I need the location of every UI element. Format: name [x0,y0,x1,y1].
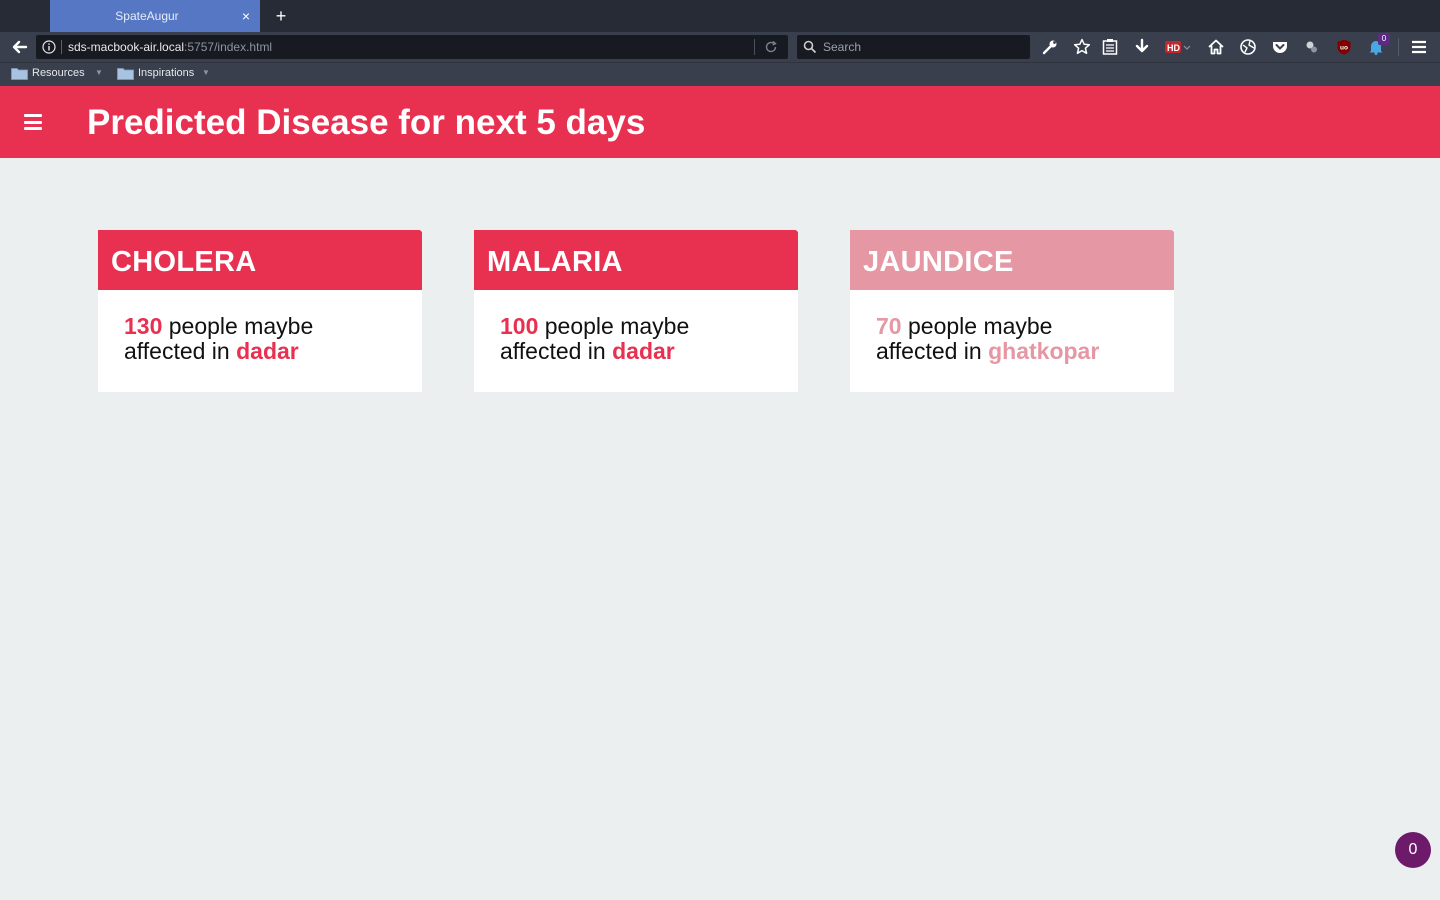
svg-text:uo: uo [1340,45,1348,52]
url-separator [61,40,62,54]
affected-count: 130 [124,313,163,339]
browser-tab[interactable]: SpateAugur × [50,0,260,32]
card-body: 100 people maybe affected in dadar [500,314,790,364]
bookmark-label: Resources [32,67,85,79]
card-header: CHOLERA [98,230,422,290]
card-text: affected in [124,338,237,364]
url-text[interactable]: sds-macbook-air.local:5757/index.html [68,35,272,59]
card-text: people maybe [538,313,690,339]
card-body: 70 people maybe affected in ghatkopar [876,314,1166,364]
svg-text:HD: HD [1167,43,1180,53]
menu-icon[interactable] [24,114,42,130]
search-icon [803,40,817,54]
affected-count: 100 [500,313,539,339]
affected-count: 70 [876,313,902,339]
disease-name: JAUNDICE [863,246,1014,278]
location: ghatkopar [988,338,1100,364]
location: dadar [236,338,299,364]
chevron-down-icon: ▼ [202,68,210,77]
card-text: affected in [876,338,989,364]
reload-icon[interactable] [764,40,778,54]
url-divider [754,39,755,55]
ublock-icon[interactable]: uo [1334,37,1354,57]
info-icon[interactable] [42,40,56,54]
reading-list-icon[interactable] [1100,37,1120,57]
pocket-icon[interactable] [1270,37,1290,57]
browser-toolbar: sds-macbook-air.local:5757/index.html Se… [0,32,1440,62]
card-text: affected in [500,338,613,364]
page-title: Predicted Disease for next 5 days [87,103,646,142]
folder-icon [117,68,134,80]
disease-name: MALARIA [487,246,623,278]
card-header: MALARIA [474,230,798,290]
bookmark-folder-inspirations[interactable]: Inspirations ▼ [117,63,213,85]
card-text: people maybe [162,313,314,339]
home-icon[interactable] [1206,37,1226,57]
tab-close-button[interactable]: × [242,0,250,32]
hd-extension-icon[interactable]: HD [1164,37,1192,57]
card-body: 130 people maybe affected in dadar [124,314,414,364]
extension-globe-icon[interactable] [1238,37,1258,57]
card-text: people maybe [901,313,1053,339]
disease-card: CHOLERA 130 people maybe affected in dada… [98,230,422,392]
url-host: sds-macbook-air.local [68,40,185,54]
folder-icon [11,68,28,80]
back-button[interactable] [6,35,34,59]
bookmark-star-icon[interactable] [1072,37,1092,57]
location: dadar [612,338,675,364]
bookmark-label: Inspirations [138,67,195,79]
disease-card: JAUNDICE 70 people maybe affected in ghat… [850,230,1174,392]
search-input[interactable]: Search [823,35,861,59]
notification-badge: 0 [1378,33,1390,45]
new-tab-button[interactable]: + [272,4,290,28]
chevron-down-icon: ▼ [95,68,103,77]
floating-badge-button[interactable]: 0 [1395,832,1431,868]
url-path: :5757/index.html [184,40,273,54]
disease-name: CHOLERA [111,246,257,278]
disease-card: MALARIA 100 people maybe affected in dada… [474,230,798,392]
bookmarks-toolbar: Resources ▼ Inspirations ▼ [0,62,1440,86]
back-arrow-icon [12,40,28,54]
tab-title: SpateAugur [115,9,179,23]
notification-extension[interactable]: 0 [1366,33,1390,57]
card-header: JAUNDICE [850,230,1174,290]
download-icon[interactable] [1132,37,1152,57]
bookmark-folder-resources[interactable]: Resources ▼ [11,63,107,85]
search-bar[interactable]: Search [797,35,1030,59]
url-bar[interactable]: sds-macbook-air.local:5757/index.html [36,35,788,59]
browser-tab-bar: SpateAugur × + [0,0,1440,32]
toolbar-separator [1398,38,1399,56]
wrench-icon[interactable] [1040,37,1060,57]
extension-puzzle-icon[interactable] [1302,37,1322,57]
hamburger-menu-icon[interactable] [1409,37,1429,57]
